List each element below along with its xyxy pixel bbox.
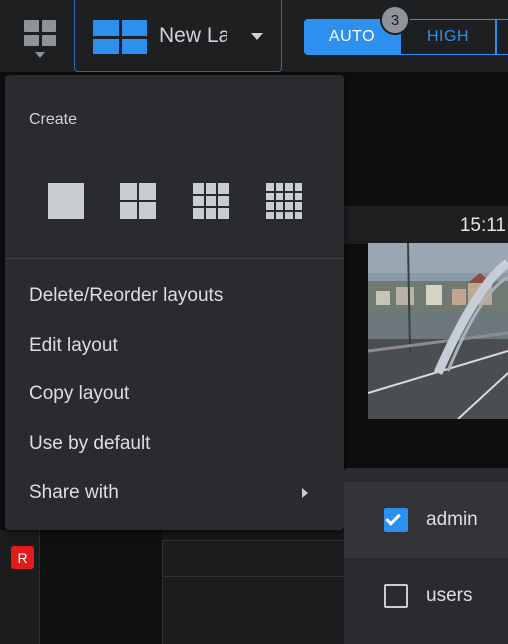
menu-item-edit-layout[interactable]: Edit layout bbox=[5, 322, 344, 370]
layout-name: New La bbox=[159, 24, 227, 47]
tile-gap bbox=[344, 420, 508, 470]
count-badge: 3 bbox=[380, 5, 410, 35]
camera-tile[interactable] bbox=[162, 540, 352, 644]
camera-timestamp: 15:11 bbox=[459, 215, 506, 236]
caret-down-icon[interactable] bbox=[251, 33, 263, 40]
share-with-submenu: admin users bbox=[344, 468, 508, 644]
quality-high-button[interactable]: HIGH bbox=[400, 19, 496, 55]
camera-tile-header: 15:11 bbox=[344, 206, 508, 244]
checkbox-unchecked[interactable] bbox=[384, 584, 408, 608]
menu-item-copy-layout[interactable]: Copy layout bbox=[5, 370, 344, 418]
chevron-down-icon bbox=[35, 52, 45, 58]
share-option-label: admin bbox=[426, 509, 478, 530]
layout-1x1-icon[interactable] bbox=[48, 183, 84, 219]
recording-badge: R bbox=[11, 546, 34, 569]
grid-layout-icon bbox=[24, 20, 56, 46]
menu-item-label: Delete/Reorder layouts bbox=[29, 285, 224, 306]
share-option-users[interactable]: users bbox=[344, 558, 508, 634]
tile-divider bbox=[163, 576, 352, 577]
menu-item-share-with[interactable]: Share with bbox=[5, 469, 344, 517]
layouts-menu-button[interactable] bbox=[10, 10, 70, 62]
layout-4x4-icon[interactable] bbox=[266, 183, 302, 219]
menu-divider bbox=[5, 258, 344, 259]
quality-more-button[interactable] bbox=[496, 19, 508, 55]
layouts-dropdown-menu: Create Delete/Reorder layouts Edit layou… bbox=[5, 75, 344, 530]
layout-selector[interactable]: New La bbox=[74, 0, 282, 72]
layout-2x2-icon[interactable] bbox=[120, 183, 156, 219]
share-option-admin[interactable]: admin bbox=[344, 482, 508, 558]
create-title: Create bbox=[29, 111, 78, 128]
menu-item-use-by-default[interactable]: Use by default bbox=[5, 420, 344, 468]
check-icon bbox=[385, 510, 401, 526]
top-bar: New La AUTO HIGH 3 bbox=[0, 0, 508, 72]
checkbox-checked[interactable] bbox=[384, 508, 408, 532]
layout-2x2-icon bbox=[93, 20, 147, 54]
menu-item-label: Use by default bbox=[29, 433, 151, 454]
layout-3x3-icon[interactable] bbox=[193, 183, 229, 219]
camera-feed-image[interactable] bbox=[368, 243, 508, 419]
menu-item-delete-reorder[interactable]: Delete/Reorder layouts bbox=[5, 272, 344, 320]
create-layout-options bbox=[48, 183, 318, 219]
chevron-right-icon bbox=[302, 488, 308, 498]
app-root: New La AUTO HIGH 3 15:11 R Create Delete… bbox=[0, 0, 508, 644]
menu-item-label: Copy layout bbox=[29, 383, 130, 404]
menu-item-label: Share with bbox=[29, 482, 119, 503]
menu-item-label: Edit layout bbox=[29, 335, 118, 356]
camera-tile[interactable] bbox=[40, 530, 162, 644]
camera-scene bbox=[368, 243, 508, 419]
share-option-label: users bbox=[426, 585, 473, 606]
